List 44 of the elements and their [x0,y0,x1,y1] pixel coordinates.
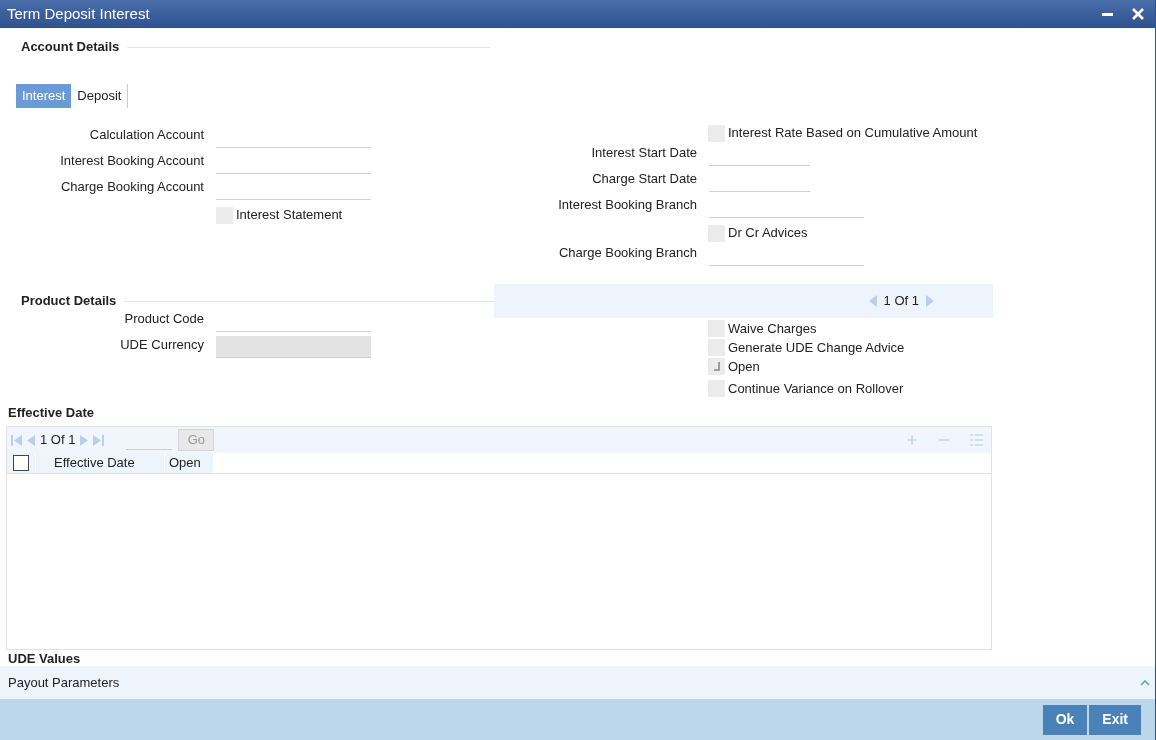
chevron-up-icon[interactable] [1140,679,1150,686]
next-icon[interactable] [925,295,935,307]
section-title: Payout Parameters [8,673,120,692]
checkbox-label: Interest Statement [236,206,343,225]
last-page-icon[interactable] [93,434,105,446]
go-button[interactable]: Go [178,429,215,451]
checkbox-label: Continue Variance on Rollover [728,379,904,398]
section-heading: Account Details [21,38,120,57]
field-label: Charge Booking Account [59,177,205,196]
checkbox-label: Waive Charges [728,319,817,338]
checkbox-label: Dr Cr Advices [728,224,808,243]
page-indicator: 1 Of 1 [883,292,919,311]
previous-icon[interactable] [26,434,36,446]
checkbox-label: Interest Rate Based on Cumulative Amount [728,124,978,143]
field-label: Product Code [123,309,205,328]
field-label: Charge Booking Branch [557,243,698,262]
add-icon[interactable] [906,434,918,446]
section-heading: UDE Values [7,651,81,666]
checkbox-label: Open [728,357,760,376]
window-title: Term Deposit Interest [7,3,150,24]
field-label: Interest Start Date [590,143,698,162]
page-indicator: 1 Of 1 [40,431,76,450]
dialog-button[interactable]: Exit [1089,704,1141,735]
collapsible-bar[interactable]: Payout Parameters [0,666,1155,699]
field-label: Charge Start Date [591,169,698,188]
close-icon[interactable] [1131,7,1145,21]
check-icon [712,361,721,372]
checkbox-label: Generate UDE Change Advice [728,338,905,357]
first-page-icon[interactable] [11,434,22,446]
column-header: Open [165,453,214,473]
column-header: Effective Date [36,453,165,473]
checkbox[interactable] [13,455,29,471]
field-label: Interest Booking Branch [557,195,698,214]
section-heading: Product Details [21,292,117,311]
next-icon[interactable] [79,434,90,446]
dialog-button[interactable]: Ok [1042,704,1088,735]
field-label: UDE Currency [119,335,205,354]
list-icon[interactable] [970,434,983,446]
tab[interactable]: Interest [16,84,72,108]
field-label: Interest Booking Account [59,151,205,170]
checkbox[interactable] [708,358,725,375]
section-heading: Effective Date [7,405,94,421]
previous-icon[interactable] [867,295,878,307]
field-label: Calculation Account [88,125,205,144]
